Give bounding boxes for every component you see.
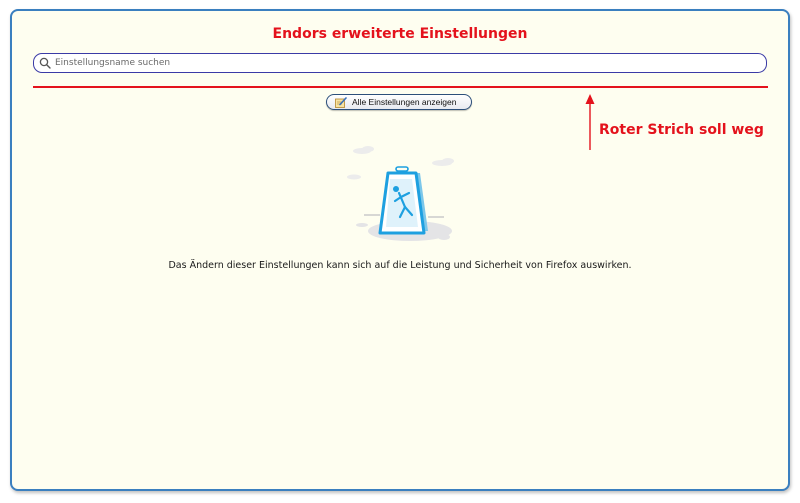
annotation-arrow (585, 94, 595, 150)
search-input[interactable] (55, 55, 755, 71)
red-separator-line (33, 86, 768, 88)
search-box[interactable] (33, 53, 767, 73)
warning-sign-illustration (347, 146, 454, 241)
show-all-settings-label: Alle Einstellungen anzeigen (352, 97, 457, 107)
search-icon (39, 57, 51, 69)
edit-document-icon (335, 97, 347, 108)
page-title: Endors erweiterte Einstellungen (272, 26, 528, 42)
settings-window: Endors erweiterte Einstellungen Alle Ein… (10, 9, 790, 491)
show-all-settings-button[interactable]: Alle Einstellungen anzeigen (326, 94, 472, 110)
annotation-text: Roter Strich soll weg (599, 122, 764, 138)
warning-message: Das Ändern dieser Einstellungen kann sic… (168, 260, 632, 271)
